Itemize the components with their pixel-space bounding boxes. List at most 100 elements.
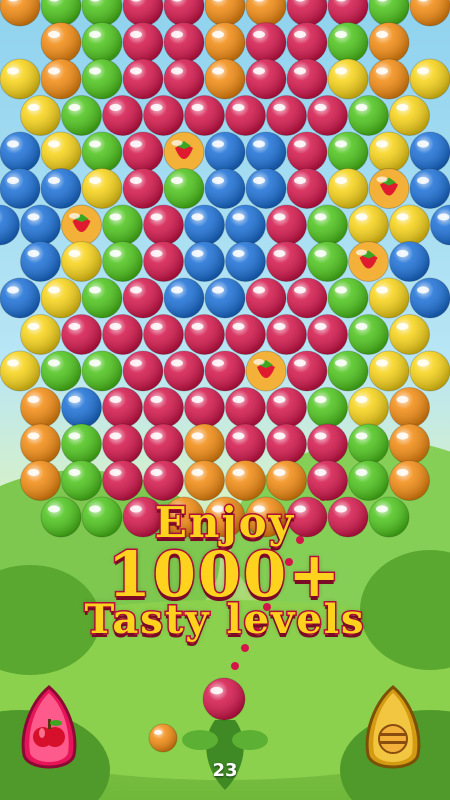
yellow-bubble <box>20 314 61 355</box>
apple-booster-button[interactable] <box>18 683 80 777</box>
red-bubble <box>122 277 164 319</box>
promo-line-3: Tasty levels <box>83 595 366 645</box>
blue-bubble <box>163 277 205 319</box>
red-bubble <box>184 387 225 428</box>
red-bubble <box>245 277 287 319</box>
blue-bubble <box>20 241 61 282</box>
green-bubble <box>61 95 102 136</box>
red-bubble <box>286 131 328 173</box>
red-bubble <box>122 168 164 209</box>
red-bubble <box>102 387 143 428</box>
red-bubble <box>225 387 266 428</box>
red-bubble <box>286 22 328 63</box>
red-bubble <box>102 460 143 501</box>
blue-bubble <box>0 131 41 173</box>
green-bubble <box>81 131 123 173</box>
red-bubble <box>122 58 164 100</box>
red-bubble <box>102 314 143 355</box>
shooter-bubble[interactable] <box>201 676 247 722</box>
blue-bubble <box>430 204 450 246</box>
red-bubble <box>286 58 328 100</box>
striped-booster-button[interactable] <box>362 683 424 777</box>
green-bubble <box>81 350 123 392</box>
red-bubble <box>122 350 164 392</box>
red-bubble <box>163 58 205 100</box>
green-bubble <box>307 241 348 282</box>
yellow-bubble <box>20 95 61 136</box>
orange-bubble <box>184 423 225 465</box>
yellow-bubble <box>0 58 41 100</box>
yellow-bubble <box>40 277 82 319</box>
green-bubble <box>348 423 389 465</box>
orange-bubble <box>20 387 61 428</box>
yellow-bubble <box>0 350 41 392</box>
red-bubble <box>225 95 266 136</box>
red-bubble <box>163 350 205 392</box>
green-bubble <box>102 241 143 282</box>
orange-bubble <box>20 423 61 465</box>
green-bubble <box>327 131 369 173</box>
blue-bubble <box>0 277 41 319</box>
blue-bubble <box>184 241 225 282</box>
green-bubble <box>40 350 82 392</box>
red-bubble <box>307 314 348 355</box>
red-bubble <box>122 22 164 63</box>
strawberry-bubble <box>245 350 287 392</box>
red-bubble <box>204 350 246 392</box>
blue-bubble <box>245 131 287 173</box>
orange-bubble <box>204 58 246 100</box>
green-bubble <box>348 460 389 501</box>
red-bubble <box>286 350 328 392</box>
red-bubble <box>307 460 348 501</box>
blue-bubble <box>225 204 266 246</box>
red-bubble <box>143 387 184 428</box>
green-bubble <box>348 314 389 355</box>
red-bubble <box>266 241 307 282</box>
green-bubble <box>327 277 369 319</box>
blue-bubble <box>204 131 246 173</box>
yellow-bubble <box>389 314 430 355</box>
green-bubble <box>102 204 143 246</box>
red-bubble <box>245 22 287 63</box>
yellow-bubble <box>368 350 410 392</box>
red-bubble <box>266 204 307 246</box>
yellow-bubble <box>348 387 389 428</box>
red-bubble <box>286 168 328 209</box>
orange-bubble <box>0 0 41 27</box>
red-bubble <box>307 423 348 465</box>
blue-bubble <box>184 204 225 246</box>
blue-bubble <box>20 204 61 246</box>
orange-bubble <box>225 460 266 501</box>
yellow-bubble <box>61 241 102 282</box>
red-bubble <box>143 314 184 355</box>
yellow-bubble <box>327 58 369 100</box>
blue-bubble <box>0 204 20 246</box>
yellow-bubble <box>368 131 410 173</box>
yellow-bubble <box>409 350 450 392</box>
queued-bubble <box>148 723 178 753</box>
orange-bubble <box>389 423 430 465</box>
yellow-bubble <box>40 131 82 173</box>
blue-bubble <box>389 241 430 282</box>
red-bubble <box>143 204 184 246</box>
orange-bubble <box>204 22 246 63</box>
red-bubble <box>102 95 143 136</box>
red-bubble <box>143 460 184 501</box>
blue-bubble <box>204 168 246 209</box>
red-bubble <box>61 314 102 355</box>
yellow-bubble <box>389 95 430 136</box>
green-bubble <box>61 460 102 501</box>
green-bubble <box>327 350 369 392</box>
red-bubble <box>184 314 225 355</box>
red-bubble <box>245 58 287 100</box>
current-bubble <box>202 677 246 721</box>
blue-bubble <box>40 168 82 209</box>
red-bubble <box>266 423 307 465</box>
game-stage[interactable]: Enjoy 1000+ Tasty levels 23 <box>0 0 450 800</box>
red-bubble <box>184 95 225 136</box>
red-bubble <box>225 423 266 465</box>
green-bubble <box>327 22 369 63</box>
striped-bubble-icon <box>378 724 408 754</box>
yellow-bubble <box>81 168 123 209</box>
next-bubble[interactable] <box>147 722 179 754</box>
